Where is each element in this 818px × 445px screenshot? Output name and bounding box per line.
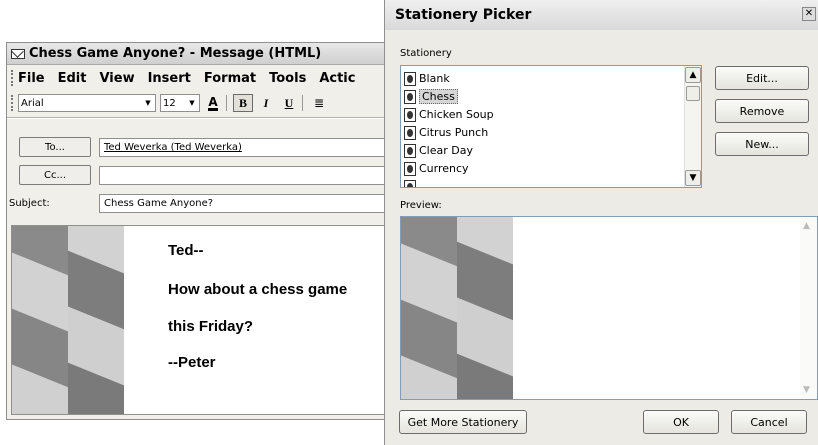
list-item-label: Chicken Soup bbox=[419, 108, 494, 121]
stationery-icon bbox=[404, 71, 416, 86]
chess-stationery-preview bbox=[401, 217, 513, 399]
list-item-label: Citrus Punch bbox=[419, 126, 489, 139]
list-item-partial[interactable] bbox=[404, 178, 419, 187]
scroll-up-icon[interactable]: ▲ bbox=[685, 67, 701, 83]
align-left-icon: ≣ bbox=[313, 96, 325, 110]
get-more-label: Get More Stationery bbox=[407, 415, 519, 429]
edit-button-label: Edit... bbox=[746, 71, 778, 85]
chess-stationery-background bbox=[12, 226, 130, 414]
cancel-label: Cancel bbox=[750, 415, 788, 429]
preview-scrollbar[interactable]: ▲ ▼ bbox=[800, 217, 817, 399]
toolbar-grip[interactable] bbox=[11, 70, 14, 86]
scroll-down-icon[interactable]: ▼ bbox=[685, 170, 701, 186]
list-item-label: Currency bbox=[419, 162, 469, 175]
menu-format[interactable]: Format bbox=[204, 71, 256, 86]
new-button[interactable]: New... bbox=[715, 132, 809, 156]
list-scrollbar[interactable]: ▲ ▼ bbox=[684, 66, 701, 187]
list-item-label: Blank bbox=[419, 72, 450, 85]
to-button-label: To... bbox=[45, 141, 65, 153]
font-name-select[interactable]: Arial ▼ bbox=[18, 94, 156, 112]
stationery-icon bbox=[404, 125, 416, 140]
toolbar-separator bbox=[302, 95, 303, 111]
menu-insert[interactable]: Insert bbox=[148, 71, 191, 86]
body-line-4: --Peter bbox=[168, 354, 216, 371]
edit-button[interactable]: Edit... bbox=[715, 66, 809, 90]
stationery-list[interactable]: Blank Chess Chicken Soup Citrus Punch Cl… bbox=[400, 65, 702, 188]
font-size-value: 12 bbox=[163, 97, 176, 109]
stationery-picker-dialog: Stationery Picker ✕ Stationery Blank Che… bbox=[384, 0, 818, 445]
message-window: Chess Game Anyone? - Message (HTML) File… bbox=[6, 42, 407, 420]
list-item-label: Chess bbox=[419, 89, 458, 104]
stationery-icon bbox=[404, 161, 416, 176]
bold-button[interactable]: B bbox=[233, 94, 253, 112]
close-icon[interactable]: ✕ bbox=[802, 7, 816, 21]
toolbar-grip[interactable] bbox=[11, 95, 14, 111]
align-left-button[interactable]: ≣ bbox=[309, 94, 329, 112]
stationery-icon bbox=[404, 179, 416, 187]
stationery-icon bbox=[404, 107, 416, 122]
scroll-down-icon[interactable]: ▼ bbox=[803, 385, 810, 395]
font-color-icon: A bbox=[208, 94, 218, 111]
toolbar-separator bbox=[226, 95, 227, 111]
ok-button[interactable]: OK bbox=[643, 410, 719, 434]
stationery-label: Stationery bbox=[400, 48, 452, 59]
subject-value: Chess Game Anyone? bbox=[104, 198, 214, 209]
cancel-button[interactable]: Cancel bbox=[731, 410, 807, 434]
italic-button[interactable]: I bbox=[256, 94, 276, 112]
remove-button[interactable]: Remove bbox=[715, 99, 809, 123]
scroll-thumb[interactable] bbox=[686, 86, 700, 101]
font-name-value: Arial bbox=[21, 97, 44, 109]
message-title: Chess Game Anyone? - Message (HTML) bbox=[29, 46, 322, 61]
chevron-down-icon: ▼ bbox=[145, 99, 151, 107]
bold-label: B bbox=[238, 95, 247, 110]
menu-tools[interactable]: Tools bbox=[269, 71, 306, 86]
scroll-up-icon[interactable]: ▲ bbox=[803, 221, 810, 231]
subject-label: Subject: bbox=[9, 198, 50, 209]
cc-button-label: Cc... bbox=[43, 169, 67, 181]
preview-label: Preview: bbox=[400, 200, 442, 211]
preview-pane: ▲ ▼ bbox=[400, 216, 818, 400]
italic-label: I bbox=[263, 95, 269, 110]
ok-label: OK bbox=[673, 415, 689, 429]
body-line-1: Ted-- bbox=[168, 242, 204, 259]
stationery-icon bbox=[404, 89, 416, 104]
list-item[interactable]: Blank bbox=[404, 70, 450, 87]
cc-button[interactable]: Cc... bbox=[19, 165, 91, 185]
get-more-stationery-button[interactable]: Get More Stationery bbox=[399, 410, 527, 434]
dialog-title-bar[interactable]: Stationery Picker ✕ bbox=[385, 0, 818, 30]
envelope-icon bbox=[11, 48, 25, 59]
list-item[interactable]: Citrus Punch bbox=[404, 124, 488, 141]
to-field[interactable]: Ted Weverka (Ted Weverka) bbox=[99, 138, 399, 157]
underline-label: U bbox=[284, 95, 294, 110]
menu-edit[interactable]: Edit bbox=[58, 71, 87, 86]
stationery-icon bbox=[404, 143, 416, 158]
list-item[interactable]: Clear Day bbox=[404, 142, 473, 159]
underline-button[interactable]: U bbox=[279, 94, 299, 112]
remove-button-label: Remove bbox=[739, 104, 785, 118]
cc-field[interactable] bbox=[99, 166, 399, 185]
menu-view[interactable]: View bbox=[99, 71, 134, 86]
header-divider bbox=[7, 117, 405, 119]
body-line-2: How about a chess game bbox=[168, 281, 348, 298]
list-item-label: Clear Day bbox=[419, 144, 473, 157]
to-button[interactable]: To... bbox=[19, 137, 91, 157]
message-title-bar[interactable]: Chess Game Anyone? - Message (HTML) bbox=[7, 43, 405, 65]
to-recipient[interactable]: Ted Weverka (Ted Weverka) bbox=[104, 142, 242, 153]
list-item[interactable]: Currency bbox=[404, 160, 469, 177]
font-color-button[interactable]: A bbox=[203, 94, 223, 112]
formatting-toolbar: Arial ▼ 12 ▼ A B I U ≣ bbox=[7, 91, 405, 115]
chevron-down-icon: ▼ bbox=[189, 99, 195, 107]
font-size-select[interactable]: 12 ▼ bbox=[160, 94, 200, 112]
menu-file[interactable]: File bbox=[18, 71, 45, 86]
menu-actions[interactable]: Actic bbox=[319, 71, 355, 86]
subject-field[interactable]: Chess Game Anyone? bbox=[99, 194, 399, 213]
message-body[interactable]: Ted-- How about a chess game this Friday… bbox=[11, 225, 407, 415]
new-button-label: New... bbox=[745, 137, 779, 151]
dialog-title: Stationery Picker bbox=[395, 7, 532, 23]
list-item[interactable]: Chicken Soup bbox=[404, 106, 494, 123]
list-item-selected[interactable]: Chess bbox=[404, 88, 458, 105]
body-line-3: this Friday? bbox=[168, 318, 254, 335]
menu-bar: File Edit View Insert Format Tools Actic bbox=[7, 66, 405, 90]
